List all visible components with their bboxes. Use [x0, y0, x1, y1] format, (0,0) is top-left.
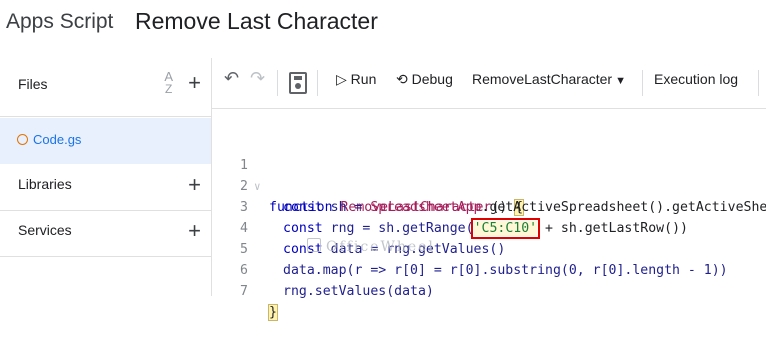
- function-select[interactable]: RemoveLastCharacter ▼: [472, 71, 626, 87]
- debug-label: Debug: [411, 71, 453, 87]
- watermark-logo-icon: [307, 238, 321, 252]
- code-line: 3 const rng = sh.getRange('C5:C10' + sh.…: [212, 176, 766, 239]
- code-line: 7 }: [212, 260, 766, 321]
- code-text: rng.setValues(data): [283, 284, 434, 299]
- run-label: Run: [350, 71, 377, 87]
- code-line: 6 rng.setValues(data): [212, 239, 766, 299]
- file-name: Code.gs: [33, 132, 82, 147]
- redo-icon[interactable]: ↷: [250, 68, 265, 89]
- add-library-button[interactable]: +: [188, 174, 201, 196]
- toolbar-divider: [277, 70, 278, 96]
- save-icon[interactable]: [289, 72, 307, 94]
- code-editor[interactable]: 1 ∨ function RemoveLastCharacter() { 2 c…: [212, 109, 766, 321]
- app-header: Apps Script Remove Last Character: [0, 0, 766, 48]
- code-line: 5 data.map(r => r[0] = r[0].substring(0,…: [212, 218, 766, 278]
- file-type-icon: [17, 134, 28, 145]
- add-service-button[interactable]: +: [188, 220, 201, 242]
- toolbar-divider: [317, 70, 318, 96]
- run-button[interactable]: ▷ Run: [336, 71, 376, 88]
- chevron-down-icon: ▼: [615, 75, 626, 87]
- app-name: Apps Script: [6, 10, 114, 33]
- watermark: OfficeWheel: [307, 238, 435, 255]
- files-label: Files: [18, 76, 48, 92]
- toolbar-divider: [758, 70, 759, 96]
- services-label: Services: [18, 222, 72, 238]
- editor-toolbar: ↶ ↷ ▷ Run ⟲ Debug RemoveLastCharacter ▼ E…: [212, 58, 766, 109]
- execution-log-button[interactable]: Execution log: [654, 71, 738, 87]
- file-item-code-gs[interactable]: Code.gs: [0, 118, 211, 164]
- add-file-button[interactable]: +: [188, 72, 201, 94]
- sort-az-icon[interactable]: A Z: [164, 70, 173, 95]
- file-sidebar: Files A Z + Code.gs Libraries + Services…: [0, 58, 212, 296]
- undo-icon[interactable]: ↶: [224, 68, 239, 89]
- services-section: Services +: [0, 210, 211, 257]
- code-line: 4 const data = rng.getValues(): [212, 197, 766, 257]
- toolbar-divider: [642, 70, 643, 96]
- files-section-header: Files A Z +: [0, 58, 211, 117]
- libraries-label: Libraries: [18, 176, 72, 192]
- libraries-section: Libraries +: [0, 164, 211, 211]
- debug-button[interactable]: ⟲ Debug: [396, 71, 453, 88]
- code-text: }: [268, 304, 278, 321]
- function-select-value: RemoveLastCharacter: [472, 71, 613, 87]
- watermark-text: OfficeWheel: [326, 239, 435, 255]
- project-title[interactable]: Remove Last Character: [135, 8, 378, 35]
- play-icon: ▷: [336, 71, 347, 87]
- debug-icon: ⟲: [396, 71, 408, 87]
- line-number: 7: [240, 284, 248, 299]
- code-line: 2 const sh = SpreadsheetApp.getActiveSpr…: [212, 155, 766, 215]
- code-line: 1 ∨ function RemoveLastCharacter() {: [212, 134, 766, 216]
